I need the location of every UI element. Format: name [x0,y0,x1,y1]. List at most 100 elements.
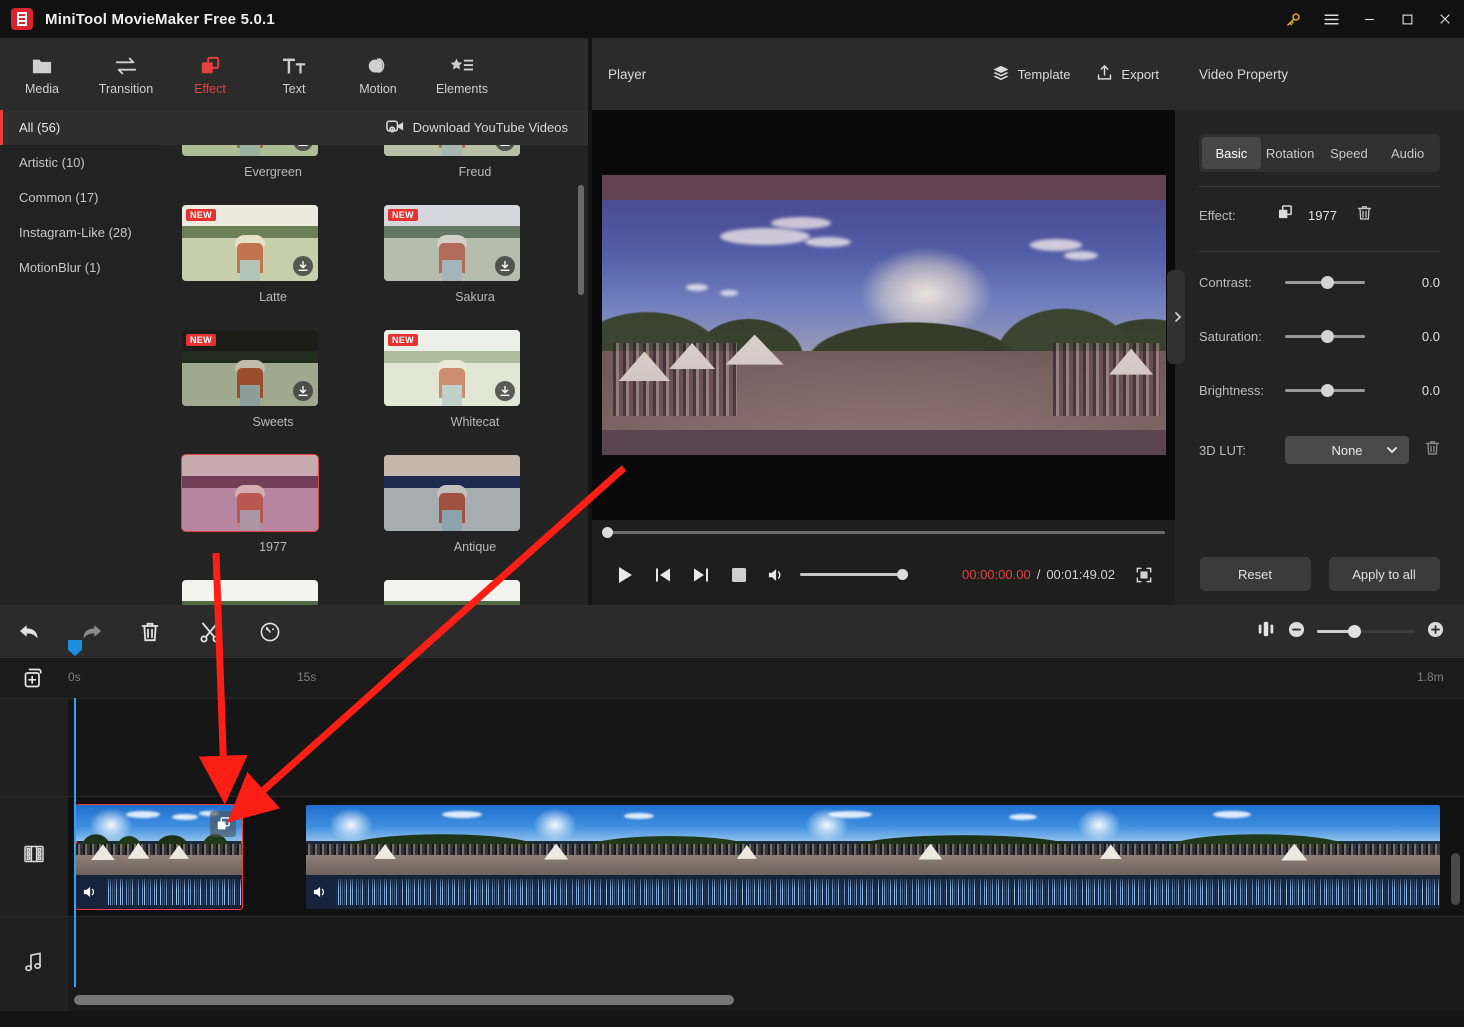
fullscreen-icon[interactable] [1127,558,1161,592]
effect-card-evergreen[interactable]: Evergreen [182,145,364,205]
film-icon [23,844,45,869]
effect-card-whitecat[interactable]: NEW Whitecat [384,330,566,455]
download-youtube-videos-label[interactable]: Download YouTube Videos [413,120,568,135]
download-icon[interactable] [293,381,313,401]
ribbon-tab-transition[interactable]: Transition [84,38,168,110]
lut-select[interactable]: None [1285,436,1409,464]
trash-icon[interactable] [1357,205,1372,226]
sidebar-item-all[interactable]: All (56) [0,110,160,145]
effect-card-antique[interactable]: Antique [384,455,566,580]
seek-slider[interactable] [602,526,1165,538]
seek-knob[interactable] [602,526,613,538]
video-track-lane[interactable] [68,797,1464,916]
zoom-out-icon[interactable] [1288,621,1305,643]
previous-frame-button[interactable] [644,556,682,594]
fit-to-window-icon[interactable] [1256,619,1276,644]
effect-thumbnail[interactable] [384,580,520,605]
effect-name: Whitecat [450,415,500,429]
timeline-vertical-scrollbar[interactable] [1451,853,1460,905]
download-icon[interactable] [495,256,515,276]
player-preview[interactable] [592,110,1175,520]
tab-audio[interactable]: Audio [1378,137,1437,169]
ribbon-tab-motion[interactable]: Motion [336,38,420,110]
timeline-clip-1[interactable] [75,804,243,910]
undo-button[interactable] [0,605,60,658]
effect-thumbnail[interactable]: NEW [384,330,520,406]
reset-button[interactable]: Reset [1199,557,1311,591]
speed-button[interactable] [240,605,300,658]
close-icon[interactable] [1426,0,1464,38]
ribbon-tab-elements[interactable]: Elements [420,38,504,110]
volume-slider[interactable] [800,569,908,580]
ribbon-tab-media[interactable]: Media [0,38,84,110]
split-button[interactable] [180,605,240,658]
playhead[interactable] [74,698,76,987]
delete-button[interactable] [120,605,180,658]
slider-knob[interactable] [1321,275,1334,289]
contrast-slider[interactable] [1285,275,1365,289]
brightness-slider[interactable] [1285,383,1365,397]
youtube-download-icon[interactable] [385,119,405,137]
ribbon-tab-effect[interactable]: Effect [168,38,252,110]
effect-thumbnail[interactable] [384,145,520,156]
effect-thumbnail[interactable] [384,455,520,531]
apply-to-all-button[interactable]: Apply to all [1328,557,1440,591]
effect-card-latte[interactable]: NEW Latte [182,205,364,330]
volume-knob[interactable] [897,569,908,580]
volume-button[interactable] [758,556,796,594]
tab-rotation[interactable]: Rotation [1261,137,1320,169]
mute-icon[interactable] [76,875,106,909]
timeline-ruler[interactable]: 0s 15s 1.8m [0,640,1464,698]
effect-card-partial-1[interactable] [182,580,364,605]
timeline-horizontal-scrollbar[interactable] [74,995,734,1005]
effect-track-lane[interactable] [68,699,1464,796]
effect-thumbnail[interactable] [181,454,319,532]
effect-thumbnail[interactable] [182,580,318,605]
effect-thumbnail[interactable]: NEW [182,205,318,281]
minimize-icon[interactable] [1350,0,1388,38]
menu-icon[interactable] [1312,0,1350,38]
slider-knob[interactable] [1321,329,1334,343]
effects-scrollbar[interactable] [578,185,584,295]
effect-track[interactable] [0,698,1464,796]
tab-speed[interactable]: Speed [1320,137,1379,169]
add-track-icon[interactable] [22,666,46,690]
effect-thumbnail[interactable]: NEW [384,205,520,281]
sidebar-item-instagram-like[interactable]: Instagram-Like (28) [0,215,160,250]
export-button[interactable]: Export [1096,64,1159,84]
effect-card-freud[interactable]: Freud [384,145,566,205]
stop-button[interactable] [720,556,758,594]
timeline-clip-2[interactable] [306,805,1440,909]
tab-basic[interactable]: Basic [1202,137,1261,169]
saturation-slider[interactable] [1285,329,1365,343]
trash-icon[interactable] [1425,440,1440,461]
sidebar-item-motionblur[interactable]: MotionBlur (1) [0,250,160,285]
zoom-knob[interactable] [1348,625,1361,638]
sidebar-item-common[interactable]: Common (17) [0,180,160,215]
key-icon[interactable] [1274,0,1312,38]
zoom-in-icon[interactable] [1427,621,1444,643]
video-track[interactable] [0,796,1464,916]
next-frame-button[interactable] [682,556,720,594]
effect-card-1977[interactable]: 1977 [181,454,364,580]
ribbon-tab-text[interactable]: Text [252,38,336,110]
sidebar-item-artistic[interactable]: Artistic (10) [0,145,160,180]
zoom-slider[interactable] [1317,625,1415,638]
timeline-toolbar [0,605,1464,658]
maximize-icon[interactable] [1388,0,1426,38]
mute-icon[interactable] [306,875,336,909]
effect-copy-icon[interactable] [1277,205,1294,225]
download-icon[interactable] [293,256,313,276]
effect-thumbnail[interactable] [182,145,318,156]
chevron-right-icon[interactable] [1167,270,1185,364]
effect-card-sweets[interactable]: NEW Sweets [182,330,364,455]
clip-effect-badge-icon[interactable] [210,811,236,837]
play-button[interactable] [606,556,644,594]
effect-thumbnail[interactable]: NEW [182,330,318,406]
download-icon[interactable] [495,381,515,401]
slider-knob[interactable] [1321,383,1334,397]
effects-grid-panel[interactable]: Evergreen Freud NEW Latte NEW Sakura NEW… [160,145,588,605]
effect-card-partial-2[interactable] [384,580,566,605]
template-button[interactable]: Template [992,65,1070,84]
effect-card-sakura[interactable]: NEW Sakura [384,205,566,330]
